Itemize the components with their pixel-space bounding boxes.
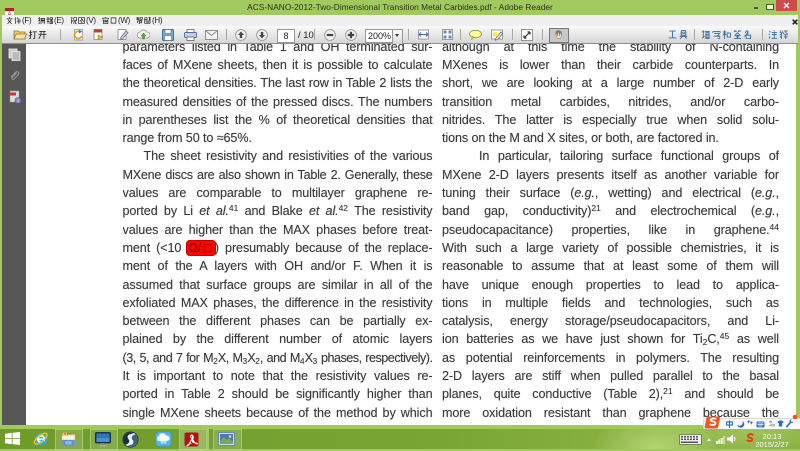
svg-text:i: i xyxy=(17,98,18,104)
svg-text:du: du xyxy=(160,440,166,446)
